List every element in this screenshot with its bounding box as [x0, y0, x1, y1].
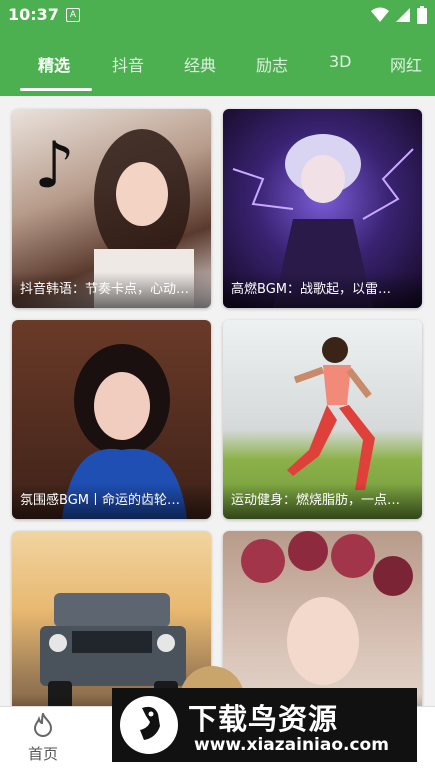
tab-inspirational[interactable]: 励志 — [256, 52, 288, 76]
status-time: 10:37 — [8, 5, 59, 24]
card-caption: 运动健身：燃烧脂肪，一点… — [223, 483, 422, 519]
bird-logo-icon — [120, 696, 178, 754]
music-card[interactable]: 氛围感BGM丨命运的齿轮… — [12, 320, 211, 519]
svg-text:♪: ♪ — [34, 129, 75, 203]
card-caption: 氛围感BGM丨命运的齿轮… — [12, 483, 211, 519]
card-caption: 抖音韩语：节奏卡点，心动… — [12, 272, 211, 308]
system-icons — [371, 6, 427, 24]
music-card-grid: ♪ 抖音韩语：节奏卡点，心动… 高燃BGM：战歌起，以雷… 氛围感BGM丨命运的… — [0, 96, 435, 706]
music-card[interactable] — [223, 531, 422, 706]
flame-icon — [33, 711, 53, 738]
tab-3d[interactable]: 3D — [329, 52, 352, 71]
wifi-icon — [371, 7, 389, 22]
cell-signal-icon — [396, 8, 410, 22]
nav-home-label: 首页 — [27, 745, 58, 763]
status-bar: 10:37 A — [0, 0, 435, 30]
battery-icon — [417, 6, 427, 24]
watermark-banner: 下载鸟资源 www.xiazainiao.com — [112, 688, 417, 762]
tab-classic[interactable]: 经典 — [184, 52, 216, 76]
notification-icon: A — [66, 8, 80, 22]
watermark-title: 下载鸟资源 — [188, 702, 339, 736]
card-thumbnail — [12, 531, 211, 706]
tab-douyin[interactable]: 抖音 — [112, 52, 144, 76]
nav-home[interactable]: 首页 — [18, 711, 68, 764]
music-card[interactable]: ♪ 抖音韩语：节奏卡点，心动… — [12, 109, 211, 308]
music-card[interactable]: 运动健身：燃烧脂肪，一点… — [223, 320, 422, 519]
watermark-url: www.xiazainiao.com — [194, 735, 389, 755]
card-caption: 高燃BGM：战歌起，以雷… — [223, 272, 422, 308]
category-tab-bar: 精选 抖音 经典 励志 3D 网红 — [0, 30, 435, 96]
music-card[interactable] — [12, 531, 211, 706]
music-card[interactable]: 高燃BGM：战歌起，以雷… — [223, 109, 422, 308]
tab-internet-celebrity[interactable]: 网红 — [390, 52, 422, 76]
card-thumbnail — [223, 531, 422, 706]
tab-indicator — [20, 88, 92, 91]
tab-featured[interactable]: 精选 — [38, 52, 70, 76]
